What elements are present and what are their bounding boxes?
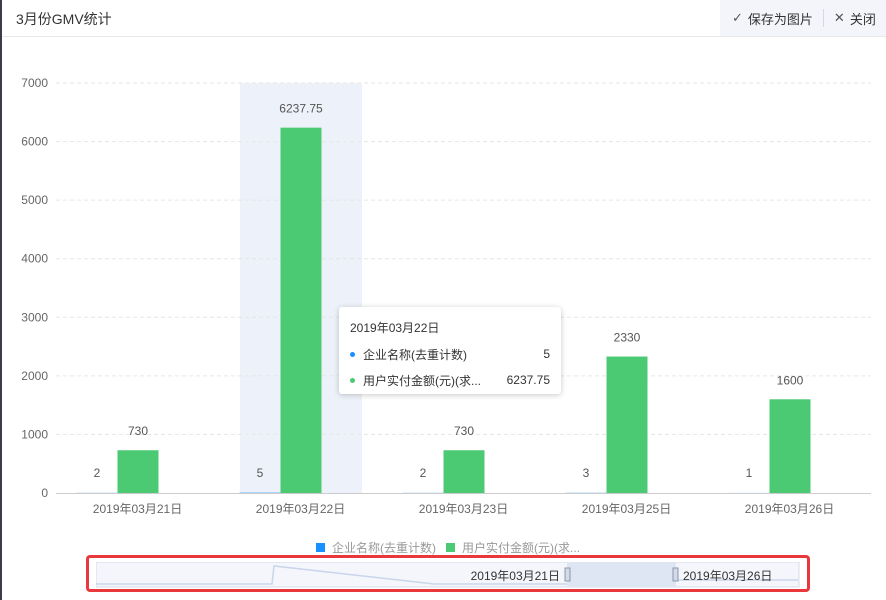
save-as-image-label: 保存为图片	[747, 11, 813, 27]
data-label: 2	[420, 466, 427, 480]
close-button[interactable]: ✕ 关闭	[834, 9, 876, 28]
data-label: 1	[746, 466, 753, 480]
x-tick-label: 2019年03月21日	[93, 502, 182, 516]
slider-end-label: 2019年03月26日	[683, 569, 772, 583]
y-tick-label: 5000	[21, 193, 48, 207]
bar-paid-amount	[280, 127, 322, 494]
data-label: 730	[128, 424, 148, 438]
tooltip-dot-blue	[350, 351, 355, 357]
slider-right-handle[interactable]	[672, 567, 679, 582]
data-zoom-slider[interactable]: 2019年03月21日 2019年03月26日	[96, 562, 800, 588]
close-icon: ✕	[833, 10, 845, 25]
x-tick-label: 2019年03月23日	[419, 502, 508, 516]
action-divider	[822, 9, 824, 27]
y-tick-label: 0	[41, 486, 48, 500]
panel-header: 3月份GMV统计 ✓ 保存为图片 ✕ 关闭	[2, 0, 886, 37]
data-label: 6237.75	[279, 102, 323, 116]
slider-selected-window[interactable]	[567, 562, 676, 587]
legend-item-company-count[interactable]: 企业名称(去重计数)	[316, 539, 436, 556]
y-tick-label: 3000	[21, 310, 48, 324]
bar-chart: 0 1000 2000 3000 4000 5000 6000 7000 2019年03月21日…	[21, 76, 871, 516]
save-as-image-button[interactable]: ✓ 保存为图片	[732, 9, 813, 28]
data-label: 1600	[777, 373, 804, 387]
legend-label: 用户实付金额(元)(求...	[462, 541, 580, 555]
legend-swatch-blue	[316, 543, 325, 552]
data-label: 5	[257, 466, 264, 480]
bar-paid-amount	[769, 399, 811, 493]
check-icon: ✓	[732, 10, 743, 25]
data-label: 2330	[614, 331, 641, 345]
legend-label: 企业名称(去重计数)	[332, 541, 436, 555]
tooltip-row: 企业名称(去重计数) 5	[350, 346, 550, 362]
tooltip-title: 2019年03月22日	[350, 321, 440, 335]
slider-start-label: 2019年03月21日	[471, 569, 560, 583]
bar-paid-amount	[443, 450, 485, 493]
close-label: 关闭	[849, 11, 876, 27]
slider-left-handle[interactable]	[564, 567, 571, 582]
tooltip-series-name: 用户实付金额(元)(求...	[363, 373, 481, 388]
y-tick-label: 7000	[21, 76, 48, 90]
chart-tooltip: 2019年03月22日 企业名称(去重计数) 5 用户实付金额(元)(求... …	[339, 307, 561, 394]
data-label: 3	[583, 466, 590, 480]
tooltip-series-name: 企业名称(去重计数)	[363, 347, 467, 362]
legend-swatch-green	[446, 543, 455, 552]
tooltip-row: 用户实付金额(元)(求... 6237.75	[350, 372, 550, 388]
x-tick-label: 2019年03月22日	[256, 502, 345, 516]
y-tick-label: 4000	[21, 252, 48, 266]
chart-legend: 企业名称(去重计数) 用户实付金额(元)(求...	[316, 539, 590, 556]
x-tick-label: 2019年03月26日	[745, 502, 834, 516]
data-label: 730	[454, 424, 474, 438]
page-title: 3月份GMV统计	[16, 11, 112, 27]
legend-item-paid-amount[interactable]: 用户实付金额(元)(求...	[446, 539, 580, 556]
tooltip-series-value: 5	[543, 347, 550, 361]
tooltip-series-value: 6237.75	[506, 373, 550, 387]
bar-paid-amount	[117, 450, 159, 493]
data-label: 2	[94, 466, 101, 480]
bar-paid-amount	[606, 356, 648, 493]
y-tick-label: 6000	[21, 135, 48, 149]
tooltip-dot-green	[350, 377, 355, 383]
y-tick-label: 2000	[21, 369, 48, 383]
x-tick-label: 2019年03月25日	[582, 502, 671, 516]
header-actions: ✓ 保存为图片 ✕ 关闭	[720, 0, 886, 36]
y-tick-label: 1000	[21, 427, 48, 441]
